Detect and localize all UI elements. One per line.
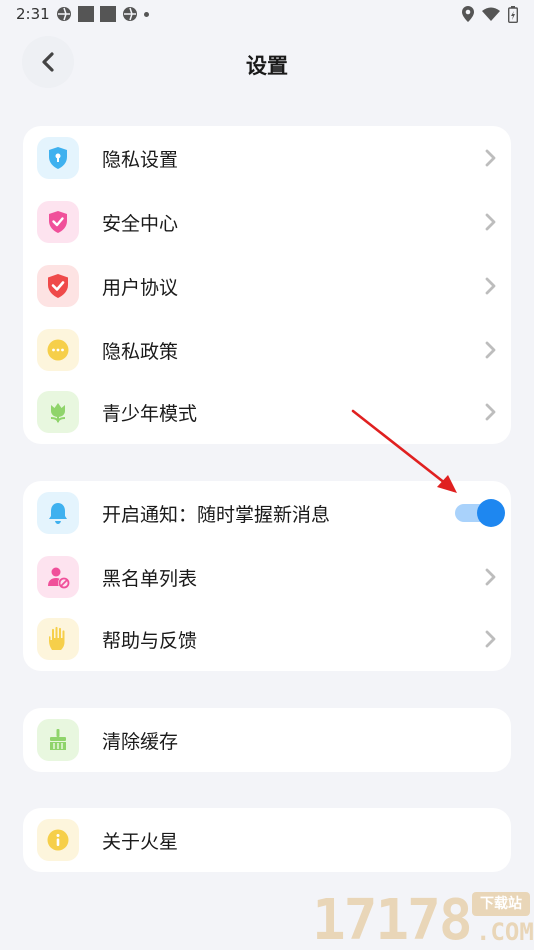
chevron-right-icon (485, 213, 496, 231)
chevron-right-icon (485, 630, 496, 648)
blacklist-label: 黑名单列表 (102, 567, 198, 590)
settings-card-cache: 清除缓存 (23, 708, 511, 772)
user-agreement-tile (37, 265, 79, 307)
settings-card-about: 关于火星 (23, 808, 511, 872)
status-bar: 2:31 (0, 0, 534, 28)
privacy-policy-tile (37, 329, 79, 371)
blacklist-row[interactable]: 黑名单列表 (23, 545, 511, 609)
more-notifications-icon (143, 11, 149, 17)
chevron-right-icon (485, 277, 496, 295)
watermark-logo: 17178 下载站 .COM (312, 888, 534, 950)
bell-icon (49, 503, 67, 524)
watermark-number: 17178 (312, 888, 473, 950)
chat-bubble-icon (47, 339, 69, 361)
settings-card-general: 隐私设置 安全中心 用户协议 隐私政策 青少年模式 (23, 126, 511, 444)
wifi-icon (482, 7, 500, 21)
clear-cache-label: 清除缓存 (102, 730, 179, 753)
watermark-badge: 下载站 (472, 892, 530, 916)
app-notification-icon (99, 6, 116, 22)
blacklist-tile (37, 556, 79, 598)
privacy-settings-label: 隐私设置 (102, 148, 179, 171)
privacy-policy-label: 隐私政策 (102, 340, 179, 363)
watermark-suffix: .COM (476, 918, 534, 946)
help-feedback-label: 帮助与反馈 (102, 629, 198, 652)
app-notification-icon (77, 6, 94, 22)
broom-icon (50, 729, 66, 750)
chevron-right-icon (485, 568, 496, 586)
tulip-icon (50, 403, 66, 424)
security-center-label: 安全中心 (102, 212, 179, 235)
privacy-settings-row[interactable]: 隐私设置 (23, 126, 511, 190)
privacy-policy-row[interactable]: 隐私政策 (23, 318, 511, 382)
aperture-icon (122, 7, 137, 21)
hand-icon (49, 626, 65, 650)
clear-cache-tile (37, 719, 79, 761)
notification-label: 开启通知：随时掌握新消息 (102, 503, 331, 526)
clear-cache-row[interactable]: 清除缓存 (23, 708, 511, 772)
battery-icon (508, 5, 518, 23)
privacy-settings-tile (37, 137, 79, 179)
shield-check-icon (48, 274, 68, 298)
settings-card-notifications: 开启通知：随时掌握新消息 黑名单列表 帮助与反馈 (23, 481, 511, 671)
teen-mode-tile (37, 391, 79, 433)
shield-lock-icon (49, 147, 67, 169)
about-tile (37, 819, 79, 861)
location-icon (462, 6, 474, 22)
help-feedback-tile (37, 618, 79, 660)
about-row[interactable]: 关于火星 (23, 808, 511, 872)
about-label: 关于火星 (102, 830, 179, 853)
chevron-right-icon (485, 403, 496, 421)
status-time: 2:31 (16, 5, 50, 23)
header: 设置 (0, 28, 534, 98)
aperture-icon (56, 7, 71, 21)
chevron-right-icon (485, 341, 496, 359)
security-center-tile (37, 201, 79, 243)
page-title: 设置 (246, 54, 288, 78)
user-agreement-row[interactable]: 用户协议 (23, 254, 511, 318)
user-block-icon (48, 567, 70, 589)
user-agreement-label: 用户协议 (102, 276, 179, 299)
teen-mode-label: 青少年模式 (102, 402, 198, 425)
security-center-row[interactable]: 安全中心 (23, 190, 511, 254)
toggle-knob (477, 499, 505, 527)
notification-tile (37, 492, 79, 534)
help-feedback-row[interactable]: 帮助与反馈 (23, 607, 511, 671)
annotation-arrow-icon (351, 409, 457, 493)
chevron-right-icon (485, 149, 496, 167)
shield-check-icon (49, 211, 67, 233)
info-icon (47, 829, 69, 851)
